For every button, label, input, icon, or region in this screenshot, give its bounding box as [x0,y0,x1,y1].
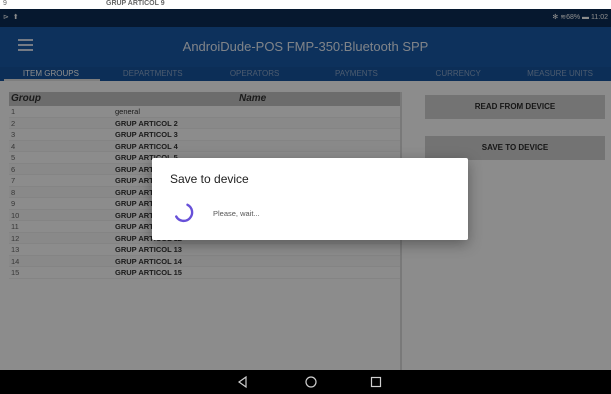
dialog-title: Save to device [170,172,249,186]
dialog-message: Please, wait... [213,209,260,218]
previous-frame-strip: 9 GRUP ARTICOL 9 [0,0,611,9]
back-icon[interactable] [236,375,250,389]
ghost-row-name: GRUP ARTICOL 9 [106,0,165,7]
progress-dialog: Save to device Please, wait... [152,158,468,240]
screen: 9 GRUP ARTICOL 9 ⊳ ⬆ ✻ ≋68% ▬ 11:02 Andr… [0,0,611,394]
ghost-row-id: 9 [3,0,7,7]
system-navigation-bar [0,370,611,394]
home-icon[interactable] [304,375,318,389]
recents-icon[interactable] [369,375,383,389]
loading-spinner-icon [175,203,194,223]
